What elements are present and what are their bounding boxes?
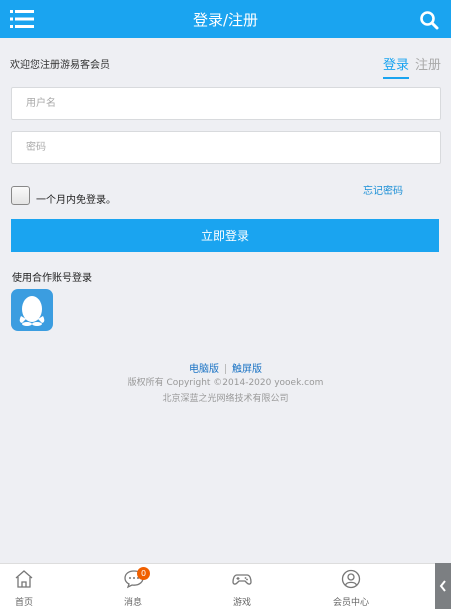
pc-version-link[interactable]: 电脑版 (189, 364, 219, 375)
nav-item-home[interactable]: 首页 (0, 564, 59, 609)
copyright-text: 版权所有 Copyright ©2014-2020 yooek.com (127, 378, 324, 388)
remember-me-checkbox[interactable] (11, 186, 30, 205)
third-party-login-label: 使用合作账号登录 (12, 273, 92, 284)
side-panel-toggle[interactable] (435, 563, 451, 609)
qq-login-button[interactable] (11, 289, 53, 331)
remember-me-label: 一个月内免登录。 (36, 195, 116, 206)
tab-register[interactable]: 注册 (415, 54, 441, 79)
tab-login[interactable]: 登录 (382, 54, 409, 79)
nav-label-member: 会员中心 (332, 598, 369, 608)
page-title: 登录/注册 (192, 11, 259, 29)
gamepad-icon (232, 574, 252, 585)
nav-label-home: 首页 (14, 598, 33, 608)
message-count-badge: 0 (137, 567, 150, 580)
link-divider (225, 364, 226, 374)
user-icon (341, 569, 361, 589)
welcome-text: 欢迎您注册游易客会员 (10, 60, 110, 71)
nav-label-messages: 消息 (123, 598, 142, 608)
nav-item-games[interactable]: 游戏 (207, 564, 277, 609)
footer-version-links: 电脑版 触屏版 (0, 360, 451, 375)
login-register-tabs: 登录 注册 (382, 54, 441, 79)
company-name: 北京深蓝之光网络技术有限公司 (162, 394, 289, 404)
home-icon (15, 570, 33, 588)
nav-item-messages[interactable]: 0 消息 (98, 564, 168, 609)
forgot-password-link[interactable]: 忘记密码 (363, 182, 403, 197)
login-button[interactable]: 立即登录 (11, 219, 439, 252)
password-input[interactable] (11, 131, 441, 164)
username-input[interactable] (11, 87, 441, 120)
qq-penguin-icon (19, 296, 45, 326)
nav-label-games: 游戏 (232, 598, 251, 608)
nav-item-member[interactable]: 会员中心 (316, 564, 386, 609)
bottom-navigation: 首页 0 消息 游戏 会员中心 (0, 563, 435, 609)
chevron-left-icon (439, 580, 446, 592)
search-icon[interactable] (419, 10, 439, 30)
top-header: 登录/注册 (0, 0, 451, 38)
touch-version-link[interactable]: 触屏版 (232, 364, 262, 375)
